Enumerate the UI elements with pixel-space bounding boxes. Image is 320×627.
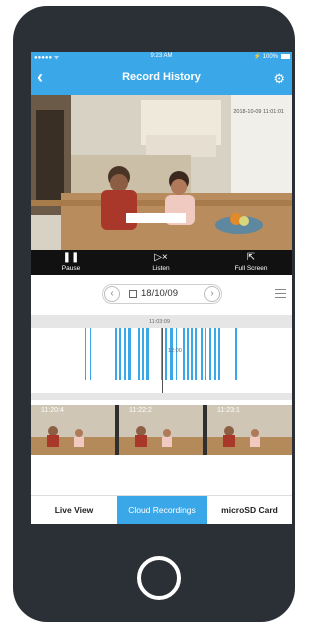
fullscreen-button[interactable]: ⇱ Full Screen	[221, 252, 281, 273]
recording-segment	[142, 328, 144, 380]
recording-segment	[195, 328, 197, 380]
recording-segment	[138, 328, 140, 380]
recording-segment	[119, 328, 121, 380]
recording-segment	[115, 328, 117, 380]
prev-day-button[interactable]: ‹	[104, 286, 120, 302]
playback-controls: ❚❚ Pause ▷× Listen ⇱ Full Screen	[31, 250, 292, 275]
recording-segment	[124, 328, 126, 380]
recording-segment	[165, 328, 167, 380]
cursor-time: 11:03:09	[149, 319, 171, 325]
recording-segment	[187, 328, 189, 380]
thumbnail-strip: 11:20:4 11:22:2 11:23:1	[31, 405, 292, 455]
recording-segment	[214, 328, 216, 380]
fullscreen-label: Full Screen	[234, 265, 268, 272]
page-title: Record History	[122, 71, 201, 83]
battery-icon	[281, 54, 290, 59]
tab-cloud-recordings[interactable]: Cloud Recordings	[117, 496, 207, 524]
recording-segment	[191, 328, 193, 380]
next-day-button[interactable]: ›	[204, 286, 220, 302]
home-button[interactable]	[137, 556, 181, 600]
speaker-muted-icon: ▷×	[154, 252, 168, 263]
listen-button[interactable]: ▷× Listen	[131, 252, 191, 273]
timeline-marker-time: 12:00	[168, 348, 182, 354]
recording-segment	[146, 328, 149, 380]
timeline-cursor[interactable]	[162, 328, 163, 393]
pause-label: Pause	[61, 265, 81, 272]
thumbnail-time: 11:20:4	[41, 407, 64, 414]
pause-icon: ❚❚	[62, 252, 80, 263]
recording-segment	[235, 328, 237, 380]
date-picker[interactable]: ‹ 18/10/09 ›	[102, 284, 222, 304]
recording-segment	[201, 328, 203, 380]
recording-segment	[90, 328, 91, 380]
pause-button[interactable]: ❚❚ Pause	[41, 252, 101, 273]
recording-thumbnail[interactable]: 11:22:2	[119, 405, 203, 455]
listen-label: Listen	[152, 265, 170, 272]
bottom-tab-bar: Live View Cloud Recordings microSD Card	[31, 495, 292, 524]
thumbnail-time: 11:22:2	[129, 407, 152, 414]
gear-icon[interactable]: ⚙	[273, 71, 285, 87]
status-bar: ●●●●● ᯤ 9:23 AM ⚡ 100%	[31, 52, 292, 62]
header-bar: ‹ Record History ⚙	[31, 62, 292, 95]
recording-segment	[128, 328, 131, 380]
recording-timeline[interactable]: 11:03:09 12:00	[31, 315, 292, 400]
recording-segment	[209, 328, 211, 380]
recording-segment	[170, 328, 173, 380]
tab-microsd-card[interactable]: microSD Card	[207, 496, 292, 524]
app-screen: ●●●●● ᯤ 9:23 AM ⚡ 100% ‹ Record History …	[31, 52, 292, 524]
calendar-icon	[129, 290, 137, 298]
video-player[interactable]: 2018-10-09 11:01:01	[31, 95, 292, 250]
fullscreen-icon: ⇱	[246, 252, 256, 263]
recording-thumbnail[interactable]: 11:20:4	[31, 405, 115, 455]
date-picker-bar: ‹ 18/10/09 ›	[31, 275, 292, 315]
recording-segment	[218, 328, 220, 380]
recording-thumbnail[interactable]: 11:23:1	[207, 405, 292, 455]
menu-icon[interactable]	[275, 289, 286, 301]
timeline-track[interactable]: 12:00	[31, 328, 292, 393]
recording-segment	[176, 328, 177, 380]
battery-text: ⚡ 100%	[253, 54, 278, 60]
recording-segment	[85, 328, 86, 380]
tab-live-view[interactable]: Live View	[31, 496, 117, 524]
recording-segment	[183, 328, 185, 380]
thumbnail-time: 11:23:1	[217, 407, 240, 414]
video-timestamp: 2018-10-09 11:01:01	[233, 109, 284, 115]
selected-date: 18/10/09	[141, 288, 178, 299]
recording-segment	[205, 328, 206, 380]
video-frame	[31, 95, 292, 250]
